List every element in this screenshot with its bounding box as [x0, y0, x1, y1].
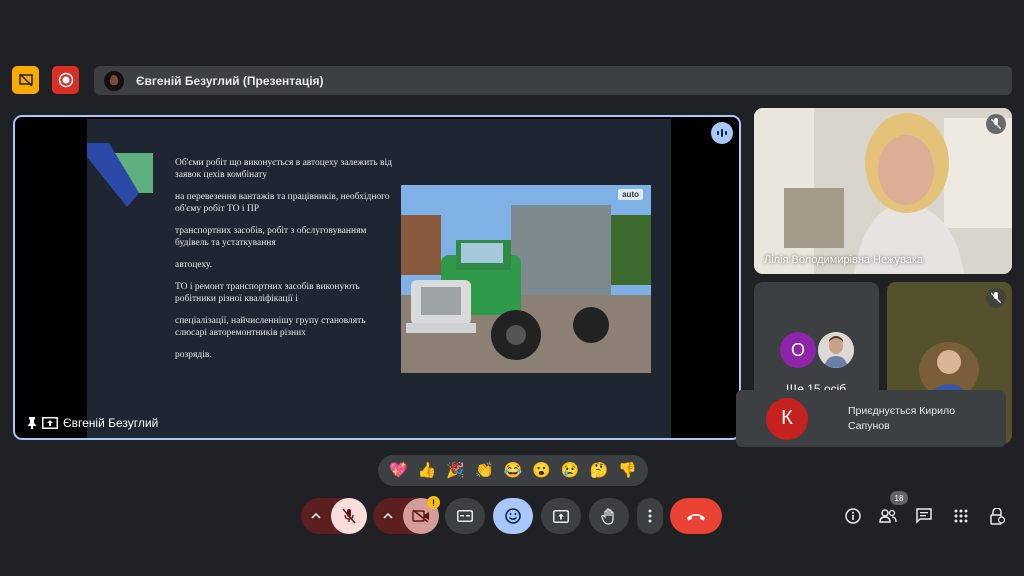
- reaction-heart[interactable]: 💖: [389, 463, 408, 478]
- presenter-label: Євгеній Безуглий: [27, 416, 158, 430]
- meeting-details-button[interactable]: [843, 506, 863, 526]
- record-icon: [58, 72, 73, 88]
- more-participants-tile[interactable]: О Ще 15 осіб: [754, 282, 879, 402]
- slide-paragraph: автоцеху.: [175, 260, 212, 270]
- mic-options-button[interactable]: [301, 498, 331, 534]
- slide-paragraph: розрядів.: [175, 350, 212, 360]
- mic-off-icon: [991, 118, 1001, 130]
- emoji-icon: [505, 508, 521, 524]
- avatar: О: [780, 332, 816, 368]
- presentation-slide: Об'єми робіт що виконується в автоцеху з…: [87, 119, 671, 438]
- present-screen-button[interactable]: [541, 498, 581, 534]
- participant-name: Лілія Володимирівна Нежувака: [764, 254, 924, 266]
- reactions-bar: 💖 👍 🎉 👏 😂 😮 😢 🤔 👎: [378, 455, 648, 486]
- people-icon: [879, 509, 897, 523]
- mic-off-badge: [986, 114, 1006, 134]
- presentation-notes-button[interactable]: [12, 66, 39, 94]
- hang-up-icon: [687, 513, 705, 520]
- chat-icon: [916, 508, 932, 524]
- reaction-laugh[interactable]: 😂: [504, 463, 523, 478]
- avatar: К: [766, 397, 808, 440]
- camera-options-button[interactable]: [373, 498, 403, 534]
- presenter-avatar: [104, 70, 124, 91]
- reaction-thinking[interactable]: 🤔: [590, 463, 609, 478]
- slide-text: Об'єми робіт що виконується в автоцеху з…: [175, 157, 397, 371]
- toast-avatar-area: К: [736, 390, 838, 447]
- participant-video: [754, 108, 1012, 274]
- chevron-up-icon: [311, 513, 321, 519]
- participants-count-badge: 18: [890, 491, 908, 505]
- screen-share-icon: [42, 417, 58, 429]
- presentation-title: Євгеній Безуглий (Презентація): [136, 73, 324, 88]
- host-controls-button[interactable]: [987, 506, 1007, 526]
- camera-off-icon: [412, 509, 429, 523]
- activities-button[interactable]: [951, 506, 971, 526]
- reactions-button[interactable]: [493, 498, 533, 534]
- reaction-party[interactable]: 🎉: [446, 463, 465, 478]
- mic-off-badge: [986, 288, 1006, 308]
- more-avatars: О: [780, 332, 854, 368]
- audio-dots-icon: [717, 129, 727, 137]
- captions-icon: [457, 510, 473, 522]
- slide-paragraph: ТО і ремонт транспортних засобів виконую…: [175, 282, 360, 304]
- leave-call-button[interactable]: [670, 498, 722, 534]
- participant-tile[interactable]: Лілія Володимирівна Нежувака: [754, 108, 1012, 274]
- mic-off-icon: [991, 292, 1001, 304]
- more-options-button[interactable]: [637, 498, 663, 534]
- mic-off-icon: [342, 508, 356, 524]
- truck-photo: auto: [401, 185, 651, 373]
- hand-icon: [601, 507, 614, 525]
- pin-icon[interactable]: [27, 417, 37, 429]
- microphone-control-group: [301, 498, 367, 534]
- chat-button[interactable]: [914, 506, 934, 526]
- chevron-up-icon: [383, 513, 393, 519]
- recording-button[interactable]: [52, 66, 79, 94]
- info-icon: [845, 508, 861, 524]
- present-icon: [553, 509, 569, 523]
- people-button[interactable]: [878, 506, 898, 526]
- raise-hand-button[interactable]: [589, 498, 629, 534]
- truck-illustration: [401, 185, 651, 373]
- slide-paragraph: спеціалізації, найчисленнішу групу стано…: [175, 316, 366, 338]
- reaction-surprised[interactable]: 😮: [532, 463, 551, 478]
- slide-paragraph: транспортних засобів, робіт з обслуговув…: [175, 226, 367, 248]
- slide-paragraph: на перевезення вантажів та працівників, …: [175, 192, 390, 214]
- captions-button[interactable]: [445, 498, 485, 534]
- camera-warning-badge: !: [427, 496, 440, 509]
- slide-paragraph: Об'єми робіт що виконується в автоцеху з…: [175, 158, 392, 180]
- presentation-bar[interactable]: Євгеній Безуглий (Презентація): [94, 66, 1012, 95]
- audio-indicator-button[interactable]: [711, 122, 733, 144]
- reaction-clap[interactable]: 👏: [475, 463, 494, 478]
- reaction-thumbs-up[interactable]: 👍: [418, 463, 437, 478]
- avatar: [818, 332, 854, 368]
- join-notification[interactable]: К Приєднується Кирило Сапунов: [736, 390, 1006, 447]
- no-display-icon: [18, 73, 33, 87]
- mic-toggle-button[interactable]: [331, 498, 367, 534]
- main-presentation-tile[interactable]: Об'єми робіт що виконується в автоцеху з…: [13, 115, 741, 440]
- more-vert-icon: [648, 509, 652, 523]
- lock-person-icon: [990, 507, 1005, 525]
- join-notification-text: Приєднується Кирило Сапунов: [848, 404, 956, 432]
- reaction-sad[interactable]: 😢: [561, 463, 580, 478]
- presenter-name: Євгеній Безуглий: [63, 416, 159, 430]
- photo-badge: auto: [618, 189, 643, 200]
- reaction-thumbs-down[interactable]: 👎: [618, 463, 637, 478]
- slide-logo-shape: [87, 143, 153, 207]
- apps-grid-icon: [954, 509, 968, 523]
